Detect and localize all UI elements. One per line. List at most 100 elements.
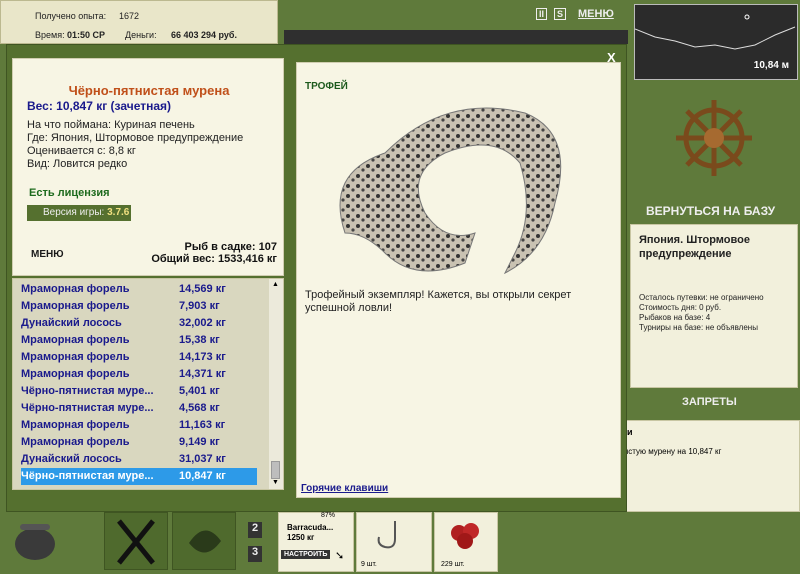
scroll-down-icon[interactable]: ▼ [272,479,279,486]
fish-list-row[interactable]: Чёрно-пятнистая муре... 5,401 кг [21,383,257,400]
return-to-base-button[interactable]: ВЕРНУТЬСЯ НА БАЗУ [646,204,775,218]
cage-total-weight: Общий вес: 1533,416 кг [151,253,277,265]
kind-line: Вид: Ловится редко [27,158,128,170]
bait-count: 229 шт. [441,561,465,568]
fish-list-row[interactable]: Мраморная форель 15,38 кг [21,332,257,349]
fish-list-row[interactable]: Чёрно-пятнистая муре... 10,847 кг [21,468,257,485]
cage-summary: Рыб в садке: 107 Общий вес: 1533,416 кг [151,241,277,265]
fish-name: Мраморная форель [21,334,130,346]
slot-3-button[interactable]: 3 [248,546,262,562]
cauldron-icon[interactable] [10,516,60,570]
water-strip [284,30,628,44]
fish-name: Мраморная форель [21,351,130,363]
time-value: 01:50 СР [67,30,106,40]
cage-count: Рыб в садке: 107 [184,241,277,253]
bait-line: На что поймана: Куриная печень [27,119,195,131]
fish-list-row[interactable]: Мраморная форель 9,149 кг [21,434,257,451]
rod-name: Barracuda... [287,523,334,532]
location-title: Япония. Штормовое предупреждение [639,234,750,260]
chat-panel: и пятнистую мурену на 10,847 кг [600,420,800,512]
fish-weight: 14,371 кг [179,368,226,380]
top-menu-button[interactable]: МЕНЮ [578,8,614,20]
fish-button[interactable] [172,512,236,570]
money-value: 66 403 294 руб. [171,30,237,40]
fish-list-row[interactable]: Мраморная форель 7,903 кг [21,298,257,315]
fish-weight: 9,149 кг [179,436,220,448]
depth-value: 10,84 м [753,60,789,71]
sound-button[interactable]: S [554,8,567,20]
ship-wheel-icon [676,100,752,176]
fish-title: Чёрно-пятнистая мурена [68,83,230,98]
status-bar: Получено опыта: 1672 Время: 01:50 СР Ден… [0,0,278,44]
fish-weight: 32,002 кг [179,317,226,329]
fish-name: Чёрно-пятнистая муре... [21,470,154,482]
setup-button[interactable]: НАСТРОИТЬ [281,550,331,559]
list-scrollbar[interactable]: ▲ ▼ [269,279,283,489]
fish-list-row[interactable]: Чёрно-пятнистая муре... 4,568 кг [21,400,257,417]
version-badge: Версия игры: 3.7.6 [27,205,131,221]
trophy-text: Трофейный экземпляр! Кажется, вы открыли… [305,289,572,314]
slot-2-button[interactable]: 2 [248,522,262,538]
fish-name: Мраморная форель [21,419,130,431]
fish-name: Мраморная форель [21,300,130,312]
fish-name: Мраморная форель [21,283,130,295]
pause-button[interactable]: II [536,8,548,20]
fish-name: Мраморная форель [21,368,130,380]
scroll-up-icon[interactable]: ▲ [272,281,279,288]
fish-weight: 14,173 кг [179,351,226,363]
catch-details: На что поймана: Куриная печень Где: Япон… [27,119,243,171]
fork-knife-icon [117,519,155,565]
fish-weight: Вес: 10,847 кг (зачетная) [27,99,172,113]
fish-name: Дунайский лосось [21,317,122,329]
where-line: Где: Япония, Штормовое предупреждение [27,132,244,144]
fish-name: Мраморная форель [21,436,130,448]
fishers-count: Рыбаков на базе: 4 [639,313,711,322]
scroll-thumb[interactable] [271,461,280,479]
fish-name: Чёрно-пятнистая муре... [21,402,154,414]
fish-list-row[interactable]: Мраморная форель 14,173 кг [21,349,257,366]
fish-cage-list: Мраморная форель 14,569 кг Мраморная форел… [12,278,284,490]
fish-name: Чёрно-пятнистая муре... [21,385,154,397]
time-label: Время: [35,30,65,40]
fish-list-row[interactable]: Мраморная форель 14,371 кг [21,366,257,383]
card-menu-link[interactable]: МЕНЮ [31,249,64,260]
exp-label: Получено опыта: [35,11,107,21]
hook-icon [377,521,396,549]
value-line: Оценивается с: 8,8 кг [27,145,136,157]
bait-card[interactable]: 229 шт. [434,512,498,572]
fish-list-row[interactable]: Дунайский лосось 32,002 кг [21,315,257,332]
fish-weight: 14,569 кг [179,283,226,295]
version-value: 3.7.6 [107,207,130,218]
fish-icon [189,530,221,553]
meat-bait-icon [451,523,479,549]
trip-left: Осталось путевки: не ограничено [639,293,764,302]
fish-weight: 7,903 кг [179,300,220,312]
fish-name: Дунайский лосось [21,453,122,465]
food-button[interactable] [104,512,168,570]
hook-count: 9 шт. [361,561,377,568]
exp-value: 1672 [119,11,140,21]
catch-info-card: Чёрно-пятнистая мурена Вес: 10,847 кг (з… [12,58,284,276]
fish-weight: 11,163 кг [179,419,226,431]
moray-eel-image [339,107,562,275]
hook-card[interactable]: 9 шт. [356,512,432,572]
depth-minimap[interactable]: 10,84 м [634,4,798,80]
license-status: Есть лицензия [29,187,110,199]
hotkeys-link[interactable]: Горячие клавиши [301,483,388,494]
fish-weight: 31,037 кг [179,453,226,465]
money-label: Деньги: [125,30,157,40]
location-card: Япония. Штормовое предупреждение Осталос… [630,224,798,388]
fish-list-row[interactable]: Мраморная форель 14,569 кг [21,281,257,298]
rod-card[interactable]: 87% Barracuda... 1250 кг НАСТРОИТЬ ➘ [278,512,354,572]
chat-tab[interactable]: и [627,427,633,437]
day-cost: Стоимость дня: 0 руб. [639,303,722,312]
location-info: Осталось путевки: не ограничено Стоимост… [639,293,764,333]
arrow-icon: ➘ [335,550,345,562]
fish-list-row[interactable]: Мраморная форель 11,163 кг [21,417,257,434]
bans-button[interactable]: ЗАПРЕТЫ [682,396,737,408]
rod-weight: 1250 кг [287,533,315,542]
fish-list-row[interactable]: Дунайский лосось 31,037 кг [21,451,257,468]
fish-weight: 4,568 кг [179,402,220,414]
fish-weight: 5,401 кг [179,385,220,397]
fish-weight: 15,38 кг [179,334,220,346]
